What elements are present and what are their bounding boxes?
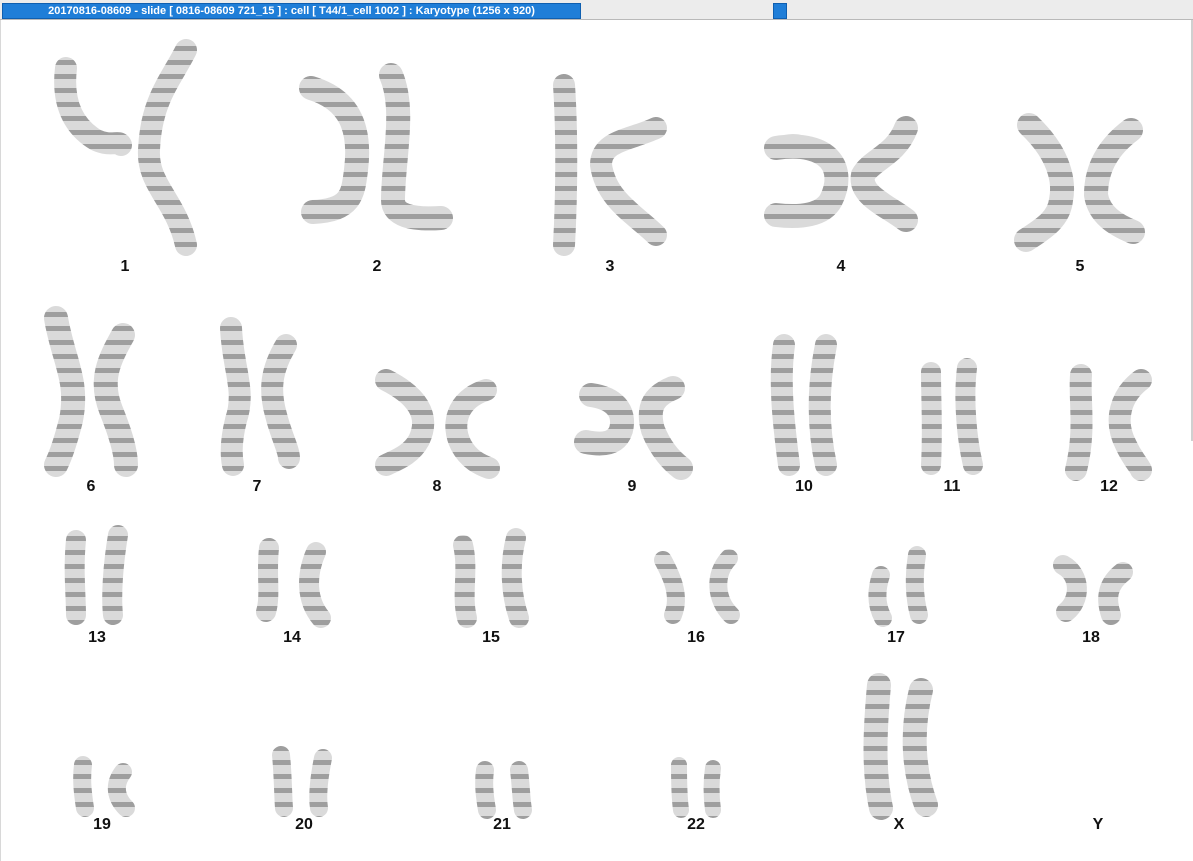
karyotype-canvas: 1 2 3 4 5 6 7 8 9 10 11 12 13 14 15 16 17 18 19 20 21 22 X Y (0, 20, 1193, 861)
chromosome-pair-y[interactable] (1, 0, 1193, 861)
chromosome-label-y: Y (1092, 816, 1104, 833)
